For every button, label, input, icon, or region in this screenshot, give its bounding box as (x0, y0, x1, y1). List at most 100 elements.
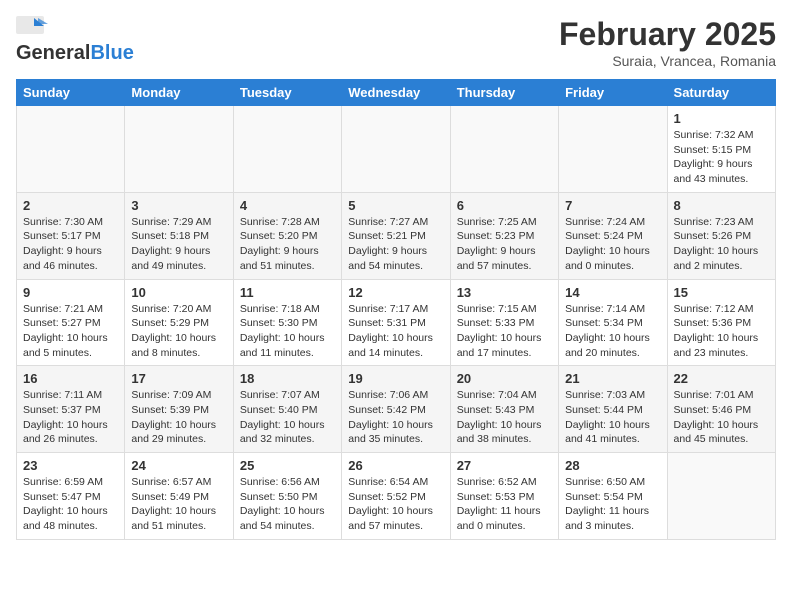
weekday-header-friday: Friday (559, 80, 667, 106)
day-info: Sunrise: 6:56 AM Sunset: 5:50 PM Dayligh… (240, 475, 335, 534)
weekday-header-tuesday: Tuesday (233, 80, 341, 106)
calendar-cell: 15 Sunrise: 7:12 AM Sunset: 5:36 PM Dayli… (667, 279, 775, 366)
calendar-cell: 28 Sunrise: 6:50 AM Sunset: 5:54 PM Dayli… (559, 453, 667, 540)
logo: General Blue (16, 16, 134, 65)
calendar-week-row: 9 Sunrise: 7:21 AM Sunset: 5:27 PM Daylig… (17, 279, 776, 366)
calendar-cell: 4Sunrise: 7:28 AM Sunset: 5:20 PM Daylig… (233, 192, 341, 279)
day-info: Sunrise: 7:07 AM Sunset: 5:40 PM Dayligh… (240, 388, 335, 447)
location-subtitle: Suraia, Vrancea, Romania (559, 53, 776, 69)
weekday-header-thursday: Thursday (450, 80, 558, 106)
day-number: 27 (457, 458, 552, 473)
calendar-cell (450, 106, 558, 193)
day-number: 5 (348, 198, 443, 213)
day-number: 22 (674, 371, 769, 386)
calendar-cell: 5 Sunrise: 7:27 AM Sunset: 5:21 PM Daylig… (342, 192, 450, 279)
weekday-header-wednesday: Wednesday (342, 80, 450, 106)
day-number: 16 (23, 371, 118, 386)
day-info: Sunrise: 6:54 AM Sunset: 5:52 PM Dayligh… (348, 475, 443, 534)
day-number: 21 (565, 371, 660, 386)
day-info: Sunrise: 7:30 AM Sunset: 5:17 PM Dayligh… (23, 215, 118, 274)
calendar-cell: 17 Sunrise: 7:09 AM Sunset: 5:39 PM Dayli… (125, 366, 233, 453)
day-info: Sunrise: 7:23 AM Sunset: 5:26 PM Dayligh… (674, 215, 769, 274)
day-info: Sunrise: 7:24 AM Sunset: 5:24 PM Dayligh… (565, 215, 660, 274)
calendar-cell: 22 Sunrise: 7:01 AM Sunset: 5:46 PM Dayli… (667, 366, 775, 453)
calendar-cell: 24 Sunrise: 6:57 AM Sunset: 5:49 PM Dayli… (125, 453, 233, 540)
day-info: Sunrise: 7:17 AM Sunset: 5:31 PM Dayligh… (348, 302, 443, 361)
calendar-cell (667, 453, 775, 540)
weekday-header-saturday: Saturday (667, 80, 775, 106)
calendar-cell: 21Sunrise: 7:03 AM Sunset: 5:44 PM Dayli… (559, 366, 667, 453)
day-info: Sunrise: 7:28 AM Sunset: 5:20 PM Dayligh… (240, 215, 335, 274)
weekday-header-row: SundayMondayTuesdayWednesdayThursdayFrid… (17, 80, 776, 106)
calendar-cell: 13 Sunrise: 7:15 AM Sunset: 5:33 PM Dayli… (450, 279, 558, 366)
calendar-cell: 26 Sunrise: 6:54 AM Sunset: 5:52 PM Dayli… (342, 453, 450, 540)
calendar-cell: 18Sunrise: 7:07 AM Sunset: 5:40 PM Dayli… (233, 366, 341, 453)
day-info: Sunrise: 7:06 AM Sunset: 5:42 PM Dayligh… (348, 388, 443, 447)
day-number: 25 (240, 458, 335, 473)
month-title: February 2025 (559, 16, 776, 53)
calendar-cell: 7 Sunrise: 7:24 AM Sunset: 5:24 PM Daylig… (559, 192, 667, 279)
day-number: 6 (457, 198, 552, 213)
logo-icon (16, 16, 48, 42)
day-info: Sunrise: 7:09 AM Sunset: 5:39 PM Dayligh… (131, 388, 226, 447)
day-info: Sunrise: 7:18 AM Sunset: 5:30 PM Dayligh… (240, 302, 335, 361)
calendar-cell: 2 Sunrise: 7:30 AM Sunset: 5:17 PM Daylig… (17, 192, 125, 279)
day-number: 7 (565, 198, 660, 213)
day-number: 26 (348, 458, 443, 473)
calendar-cell (233, 106, 341, 193)
day-number: 9 (23, 285, 118, 300)
calendar-cell: 3 Sunrise: 7:29 AM Sunset: 5:18 PM Daylig… (125, 192, 233, 279)
day-info: Sunrise: 6:50 AM Sunset: 5:54 PM Dayligh… (565, 475, 660, 534)
day-number: 14 (565, 285, 660, 300)
day-number: 8 (674, 198, 769, 213)
day-info: Sunrise: 7:15 AM Sunset: 5:33 PM Dayligh… (457, 302, 552, 361)
page-header: General Blue February 2025 Suraia, Vranc… (16, 16, 776, 69)
calendar-cell: 9 Sunrise: 7:21 AM Sunset: 5:27 PM Daylig… (17, 279, 125, 366)
day-number: 15 (674, 285, 769, 300)
calendar-week-row: 2 Sunrise: 7:30 AM Sunset: 5:17 PM Daylig… (17, 192, 776, 279)
calendar-table: SundayMondayTuesdayWednesdayThursdayFrid… (16, 79, 776, 540)
day-info: Sunrise: 6:59 AM Sunset: 5:47 PM Dayligh… (23, 475, 118, 534)
weekday-header-monday: Monday (125, 80, 233, 106)
calendar-cell (17, 106, 125, 193)
day-number: 1 (674, 111, 769, 126)
day-info: Sunrise: 7:01 AM Sunset: 5:46 PM Dayligh… (674, 388, 769, 447)
calendar-cell: 27 Sunrise: 6:52 AM Sunset: 5:53 PM Dayli… (450, 453, 558, 540)
calendar-cell: 19Sunrise: 7:06 AM Sunset: 5:42 PM Dayli… (342, 366, 450, 453)
day-number: 24 (131, 458, 226, 473)
calendar-cell: 23Sunrise: 6:59 AM Sunset: 5:47 PM Dayli… (17, 453, 125, 540)
calendar-cell: 12Sunrise: 7:17 AM Sunset: 5:31 PM Dayli… (342, 279, 450, 366)
day-number: 13 (457, 285, 552, 300)
day-number: 28 (565, 458, 660, 473)
calendar-cell (342, 106, 450, 193)
calendar-cell: 11 Sunrise: 7:18 AM Sunset: 5:30 PM Dayli… (233, 279, 341, 366)
day-info: Sunrise: 6:52 AM Sunset: 5:53 PM Dayligh… (457, 475, 552, 534)
day-number: 11 (240, 285, 335, 300)
calendar-week-row: 23Sunrise: 6:59 AM Sunset: 5:47 PM Dayli… (17, 453, 776, 540)
calendar-cell: 25 Sunrise: 6:56 AM Sunset: 5:50 PM Dayli… (233, 453, 341, 540)
calendar-cell: 1 Sunrise: 7:32 AM Sunset: 5:15 PM Daylig… (667, 106, 775, 193)
day-info: Sunrise: 7:14 AM Sunset: 5:34 PM Dayligh… (565, 302, 660, 361)
logo-blue: Blue (90, 42, 133, 65)
day-number: 3 (131, 198, 226, 213)
day-info: Sunrise: 7:21 AM Sunset: 5:27 PM Dayligh… (23, 302, 118, 361)
day-info: Sunrise: 7:25 AM Sunset: 5:23 PM Dayligh… (457, 215, 552, 274)
calendar-cell (559, 106, 667, 193)
day-info: Sunrise: 7:27 AM Sunset: 5:21 PM Dayligh… (348, 215, 443, 274)
calendar-week-row: 1 Sunrise: 7:32 AM Sunset: 5:15 PM Daylig… (17, 106, 776, 193)
day-info: Sunrise: 7:32 AM Sunset: 5:15 PM Dayligh… (674, 128, 769, 187)
day-number: 20 (457, 371, 552, 386)
day-info: Sunrise: 6:57 AM Sunset: 5:49 PM Dayligh… (131, 475, 226, 534)
day-info: Sunrise: 7:12 AM Sunset: 5:36 PM Dayligh… (674, 302, 769, 361)
title-area: February 2025 Suraia, Vrancea, Romania (559, 16, 776, 69)
day-info: Sunrise: 7:29 AM Sunset: 5:18 PM Dayligh… (131, 215, 226, 274)
calendar-cell: 10Sunrise: 7:20 AM Sunset: 5:29 PM Dayli… (125, 279, 233, 366)
weekday-header-sunday: Sunday (17, 80, 125, 106)
day-number: 2 (23, 198, 118, 213)
day-number: 10 (131, 285, 226, 300)
calendar-cell: 14 Sunrise: 7:14 AM Sunset: 5:34 PM Dayli… (559, 279, 667, 366)
calendar-cell: 8 Sunrise: 7:23 AM Sunset: 5:26 PM Daylig… (667, 192, 775, 279)
calendar-cell: 6 Sunrise: 7:25 AM Sunset: 5:23 PM Daylig… (450, 192, 558, 279)
calendar-cell: 16Sunrise: 7:11 AM Sunset: 5:37 PM Dayli… (17, 366, 125, 453)
day-number: 17 (131, 371, 226, 386)
